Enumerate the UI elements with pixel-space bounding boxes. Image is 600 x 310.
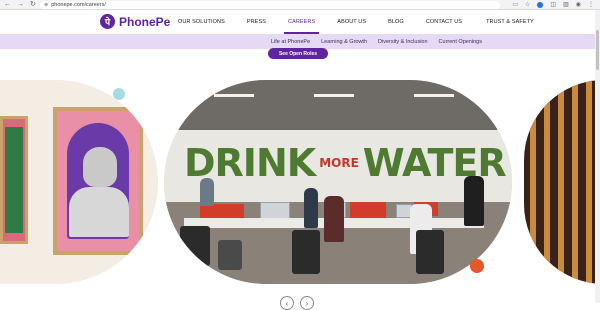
extension-icon[interactable] [537,2,544,8]
nav-press[interactable]: PRESS [247,10,266,34]
painting-frame-portrait [53,107,143,255]
office-person [464,176,484,226]
gallery-image-portrait [0,80,158,284]
office-person [200,178,214,206]
subnav-learning-growth[interactable]: Learning & Growth [321,39,367,45]
office-chair [292,230,320,274]
subnav-diversity-inclusion[interactable]: Diversity & Inclusion [378,39,428,45]
office-person [304,188,318,228]
gallery-next-button[interactable]: › [300,296,314,310]
nav-about-us[interactable]: ABOUT US [337,10,366,34]
browser-right-icons: ▭ ☆ ◫ ▥ ◉ ⋮ [512,0,594,10]
brand-logo[interactable]: पे PhonePe [100,14,170,29]
gallery-image-right [524,80,600,284]
gallery-pager: ‹ › [280,296,314,310]
subnav-life-at-phonepe[interactable]: Life at PhonePe [271,39,310,45]
office-chair [180,226,210,266]
browser-toolbar: ← → ↻ ⊕ phonepe.com/careers/ ▭ ☆ ◫ ▥ ◉ ⋮ [0,0,600,10]
see-open-roles-button[interactable]: See Open Roles [268,48,328,59]
browser-nav: ← → ↻ [0,0,36,10]
painting-frame-left [0,116,28,244]
site-info-icon[interactable]: ⊕ [44,2,48,8]
nav-contact-us[interactable]: CONTACT US [426,10,462,34]
office-ceiling [164,80,512,130]
reload-icon[interactable]: ↻ [30,0,36,10]
sidebar-icon[interactable]: ▥ [563,0,569,10]
bookmark-star-icon[interactable]: ☆ [525,0,530,10]
wall-mural: DRINK MORE WATER [184,138,507,188]
culture-gallery: DRINK MORE WATER [0,70,600,303]
office-chair [416,230,444,274]
brand-name: PhonePe [119,14,171,29]
address-url[interactable]: phonepe.com/careers/ [51,2,106,8]
nav-trust-safety[interactable]: TRUST & SAFETY [486,10,534,34]
forward-arrow-icon[interactable]: → [17,0,24,10]
wall-text-more: MORE [319,156,359,170]
decorative-dot-orange [470,259,484,273]
office-red-partition [350,202,386,218]
office-chair [218,240,242,270]
phonepe-logo-icon: पे [100,14,115,29]
careers-subnav: Life at PhonePe Learning & Growth Divers… [0,34,600,49]
address-bar[interactable]: ⊕ phonepe.com/careers/ [40,1,500,9]
nav-blog[interactable]: BLOG [388,10,404,34]
back-arrow-icon[interactable]: ← [4,0,11,10]
scrollbar-thumb[interactable] [596,30,599,70]
profile-icon[interactable]: ◉ [576,0,581,10]
gallery-image-office: DRINK MORE WATER [164,80,512,284]
subnav-items: Life at PhonePe Learning & Growth Divers… [271,34,482,49]
gallery-prev-button[interactable]: ‹ [280,296,294,310]
install-icon[interactable]: ▭ [512,0,518,10]
wall-text-water: WATER [362,141,507,185]
subnav-current-openings[interactable]: Current Openings [439,39,482,45]
office-red-partition [200,204,244,218]
extensions-puzzle-icon[interactable]: ◫ [550,0,556,10]
nav-our-solutions[interactable]: OUR SOLUTIONS [178,10,225,34]
nav-careers[interactable]: CAREERS [283,10,320,34]
office-person [324,196,344,242]
decorative-dot-teal [113,88,125,100]
page-scrollbar[interactable] [595,10,600,303]
menu-kebab-icon[interactable]: ⋮ [588,0,594,10]
main-nav: OUR SOLUTIONS PRESS CAREERS ABOUT US BLO… [178,10,534,34]
site-header: पे PhonePe OUR SOLUTIONS PRESS CAREERS A… [0,10,600,34]
